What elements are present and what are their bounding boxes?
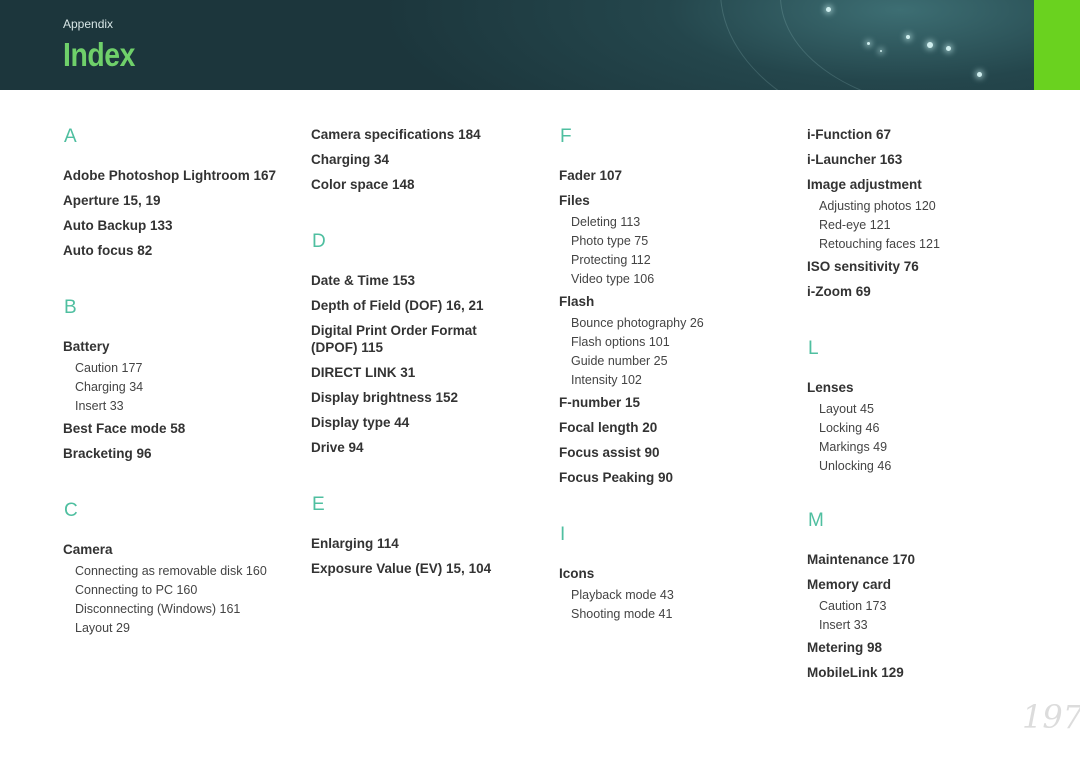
sub-entry-list: Playback mode 43 Shooting mode 41 (559, 586, 791, 624)
index-entry: Color space 148 (311, 177, 415, 192)
sub-entry: Shooting mode 41 (571, 607, 673, 621)
index-entry: Lenses (807, 380, 854, 395)
index-entry: Files (559, 193, 590, 208)
index-entry: Memory card (807, 577, 892, 592)
index-entry: i-Function 67 (807, 127, 891, 142)
letter-heading-f: F (560, 126, 572, 147)
sparkle-dot (826, 7, 831, 12)
sparkle-dot (927, 42, 933, 48)
sub-entry: Disconnecting (Windows) 161 (75, 602, 241, 616)
sub-entry: Bounce photography 26 (571, 316, 704, 330)
sub-entry: Photo type 75 (571, 234, 649, 248)
index-entry: Display brightness 152 (311, 390, 459, 405)
letter-heading-i: I (560, 524, 566, 545)
index-entry: Flash (559, 294, 595, 309)
sub-entry: Red-eye 121 (819, 218, 891, 232)
index-entry: Icons (559, 566, 595, 581)
letter-heading-e: E (312, 494, 325, 515)
sub-entry: Video type 106 (571, 272, 655, 286)
index-entry: Battery (63, 339, 110, 354)
letter-heading-c: C (64, 500, 78, 521)
index-entry: Exposure Value (EV) 15, 104 (311, 561, 492, 576)
index-entry: Focus assist 90 (559, 445, 660, 460)
index-entry: i-Launcher 163 (807, 152, 903, 167)
index-entry: Camera (63, 542, 113, 557)
sub-entry: Connecting as removable disk 160 (75, 564, 267, 578)
index-entry: Fader 107 (559, 168, 623, 183)
sub-entry: Intensity 102 (571, 373, 642, 387)
sub-entry-list: Caution 173 Insert 33 (807, 597, 1039, 635)
index-entry: Best Face mode 58 (63, 421, 186, 436)
sub-entry-list: Connecting as removable disk 160 Connect… (63, 562, 295, 638)
sub-entry: Locking 46 (819, 421, 880, 435)
index-entry: Date & Time 153 (311, 273, 416, 288)
page-number: 197 (1022, 698, 1080, 736)
sub-entry-list: Layout 45 Locking 46 Markings 49 Unlocki… (807, 400, 1039, 476)
index-entry: Adobe Photoshop Lightroom 167 (63, 168, 276, 183)
sub-entry: Layout 29 (75, 621, 130, 635)
sub-entry: Caution 177 (75, 361, 143, 375)
header-banner (0, 0, 1034, 90)
index-entry: Metering 98 (807, 640, 883, 655)
letter-heading-m: M (808, 510, 824, 531)
index-entry: DIRECT LINK 31 (311, 365, 416, 380)
sparkle-dot (946, 46, 951, 51)
index-column-2: Camera specifications 184 Charging 34 Co… (311, 126, 543, 585)
index-entry: Charging 34 (311, 152, 390, 167)
index-entry: Auto focus 82 (63, 243, 153, 258)
index-column-1: A Adobe Photoshop Lightroom 167 Aperture… (63, 118, 295, 642)
sub-entry: Layout 45 (819, 402, 874, 416)
sub-entry: Retouching faces 121 (819, 237, 940, 251)
letter-heading-a: A (64, 126, 77, 147)
sub-entry: Insert 33 (75, 399, 124, 413)
letter-heading-l: L (808, 338, 819, 359)
index-column-4: i-Function 67 i-Launcher 163 Image adjus… (807, 126, 1039, 689)
section-tab (1034, 0, 1080, 90)
sub-entry: Deleting 113 (571, 215, 641, 229)
sub-entry: Charging 34 (75, 380, 144, 394)
sparkle-dot (880, 50, 882, 52)
sparkle-dot (867, 42, 870, 45)
index-entry: F-number 15 (559, 395, 641, 410)
index-entry: MobileLink 129 (807, 665, 904, 680)
sub-entry: Flash options 101 (571, 335, 670, 349)
index-entry: Bracketing 96 (63, 446, 152, 461)
letter-heading-d: D (312, 231, 326, 252)
index-entry: Auto Backup 133 (63, 218, 173, 233)
sub-entry: Insert 33 (819, 618, 868, 632)
sparkle-dot (977, 72, 982, 77)
index-entry: Depth of Field (DOF) 16, 21 (311, 298, 484, 313)
index-entry-line: (DPOF) 115 (311, 340, 384, 355)
section-label: Appendix (63, 17, 114, 31)
sub-entry-list: Caution 177 Charging 34 Insert 33 (63, 359, 295, 416)
letter-heading-b: B (64, 297, 77, 318)
sub-entry: Connecting to PC 160 (75, 583, 198, 597)
index-entry: Camera specifications 184 (311, 127, 481, 142)
page-title: Index (63, 36, 135, 73)
sub-entry: Markings 49 (819, 440, 888, 454)
sparkle-dot (906, 35, 910, 39)
sub-entry-list: Deleting 113 Photo type 75 Protecting 11… (559, 213, 791, 289)
sub-entry-list: Bounce photography 26 Flash options 101 … (559, 314, 791, 390)
index-entry: Maintenance 170 (807, 552, 916, 567)
sub-entry: Unlocking 46 (819, 459, 892, 473)
index-entry: ISO sensitivity 76 (807, 259, 919, 274)
index-entry: Aperture 15, 19 (63, 193, 161, 208)
index-entry: Enlarging 114 (311, 536, 399, 551)
index-entry: Display type 44 (311, 415, 410, 430)
index-entry: Image adjustment (807, 177, 922, 192)
index-entry: Digital Print Order Format (DPOF) 115 (311, 322, 543, 356)
index-entry: Focal length 20 (559, 420, 658, 435)
sub-entry: Adjusting photos 120 (819, 199, 936, 213)
index-entry: Focus Peaking 90 (559, 470, 674, 485)
sub-entry: Caution 173 (819, 599, 887, 613)
sub-entry-list: Adjusting photos 120 Red-eye 121 Retouch… (807, 197, 1039, 254)
index-entry: i-Zoom 69 (807, 284, 871, 299)
index-entry: Drive 94 (311, 440, 364, 455)
sub-entry: Guide number 25 (571, 354, 668, 368)
sub-entry: Playback mode 43 (571, 588, 674, 602)
index-column-3: F Fader 107 Files Deleting 113 Photo typ… (559, 118, 791, 628)
sub-entry: Protecting 112 (571, 253, 651, 267)
index-entry-line: Digital Print Order Format (311, 323, 477, 338)
